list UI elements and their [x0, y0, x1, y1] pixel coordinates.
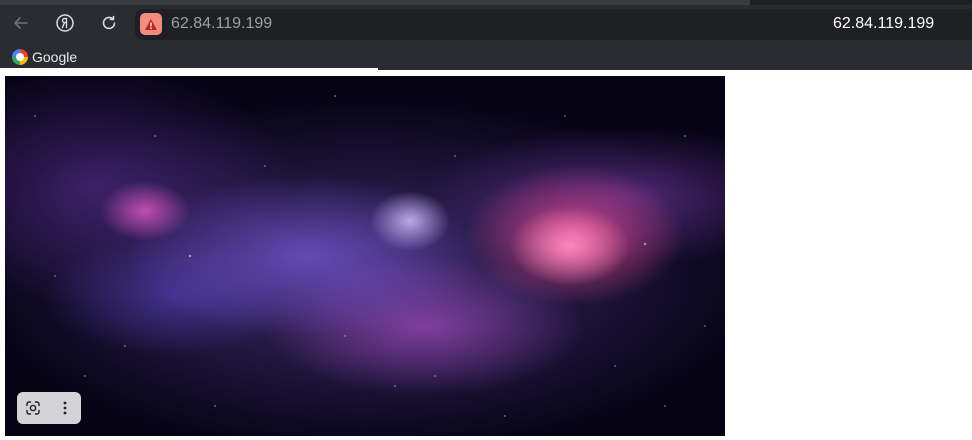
- bookmark-label: Google: [32, 49, 78, 65]
- nebula-image[interactable]: [5, 76, 725, 436]
- camera-search-icon: [26, 401, 40, 415]
- google-icon: [12, 49, 28, 65]
- browser-toolbar: 62.84.119.199 62.84.119.199 Google: [0, 0, 972, 70]
- yandex-button[interactable]: [50, 8, 80, 38]
- page-viewport: [0, 70, 972, 440]
- visual-search-button[interactable]: [17, 392, 49, 424]
- warning-triangle-icon[interactable]: [140, 13, 162, 35]
- more-vertical-icon: [63, 401, 67, 415]
- address-url-text[interactable]: 62.84.119.199: [171, 14, 272, 34]
- bookmarks-bar: Google: [0, 44, 972, 70]
- yandex-icon: [56, 14, 74, 32]
- bookmark-google[interactable]: Google: [12, 48, 77, 66]
- reload-icon: [102, 15, 116, 30]
- image-overlay-toolbar: [17, 392, 81, 424]
- star-field: [5, 76, 725, 436]
- address-bar[interactable]: 62.84.119.199 62.84.119.199: [135, 9, 972, 40]
- tab-strip: [0, 0, 972, 5]
- active-tab-indicator: [0, 0, 750, 5]
- page-title: 62.84.119.199: [833, 15, 935, 32]
- more-options-button[interactable]: [49, 392, 81, 424]
- back-arrow-icon: [14, 17, 28, 29]
- reload-button[interactable]: [94, 8, 124, 38]
- back-button[interactable]: [6, 8, 36, 38]
